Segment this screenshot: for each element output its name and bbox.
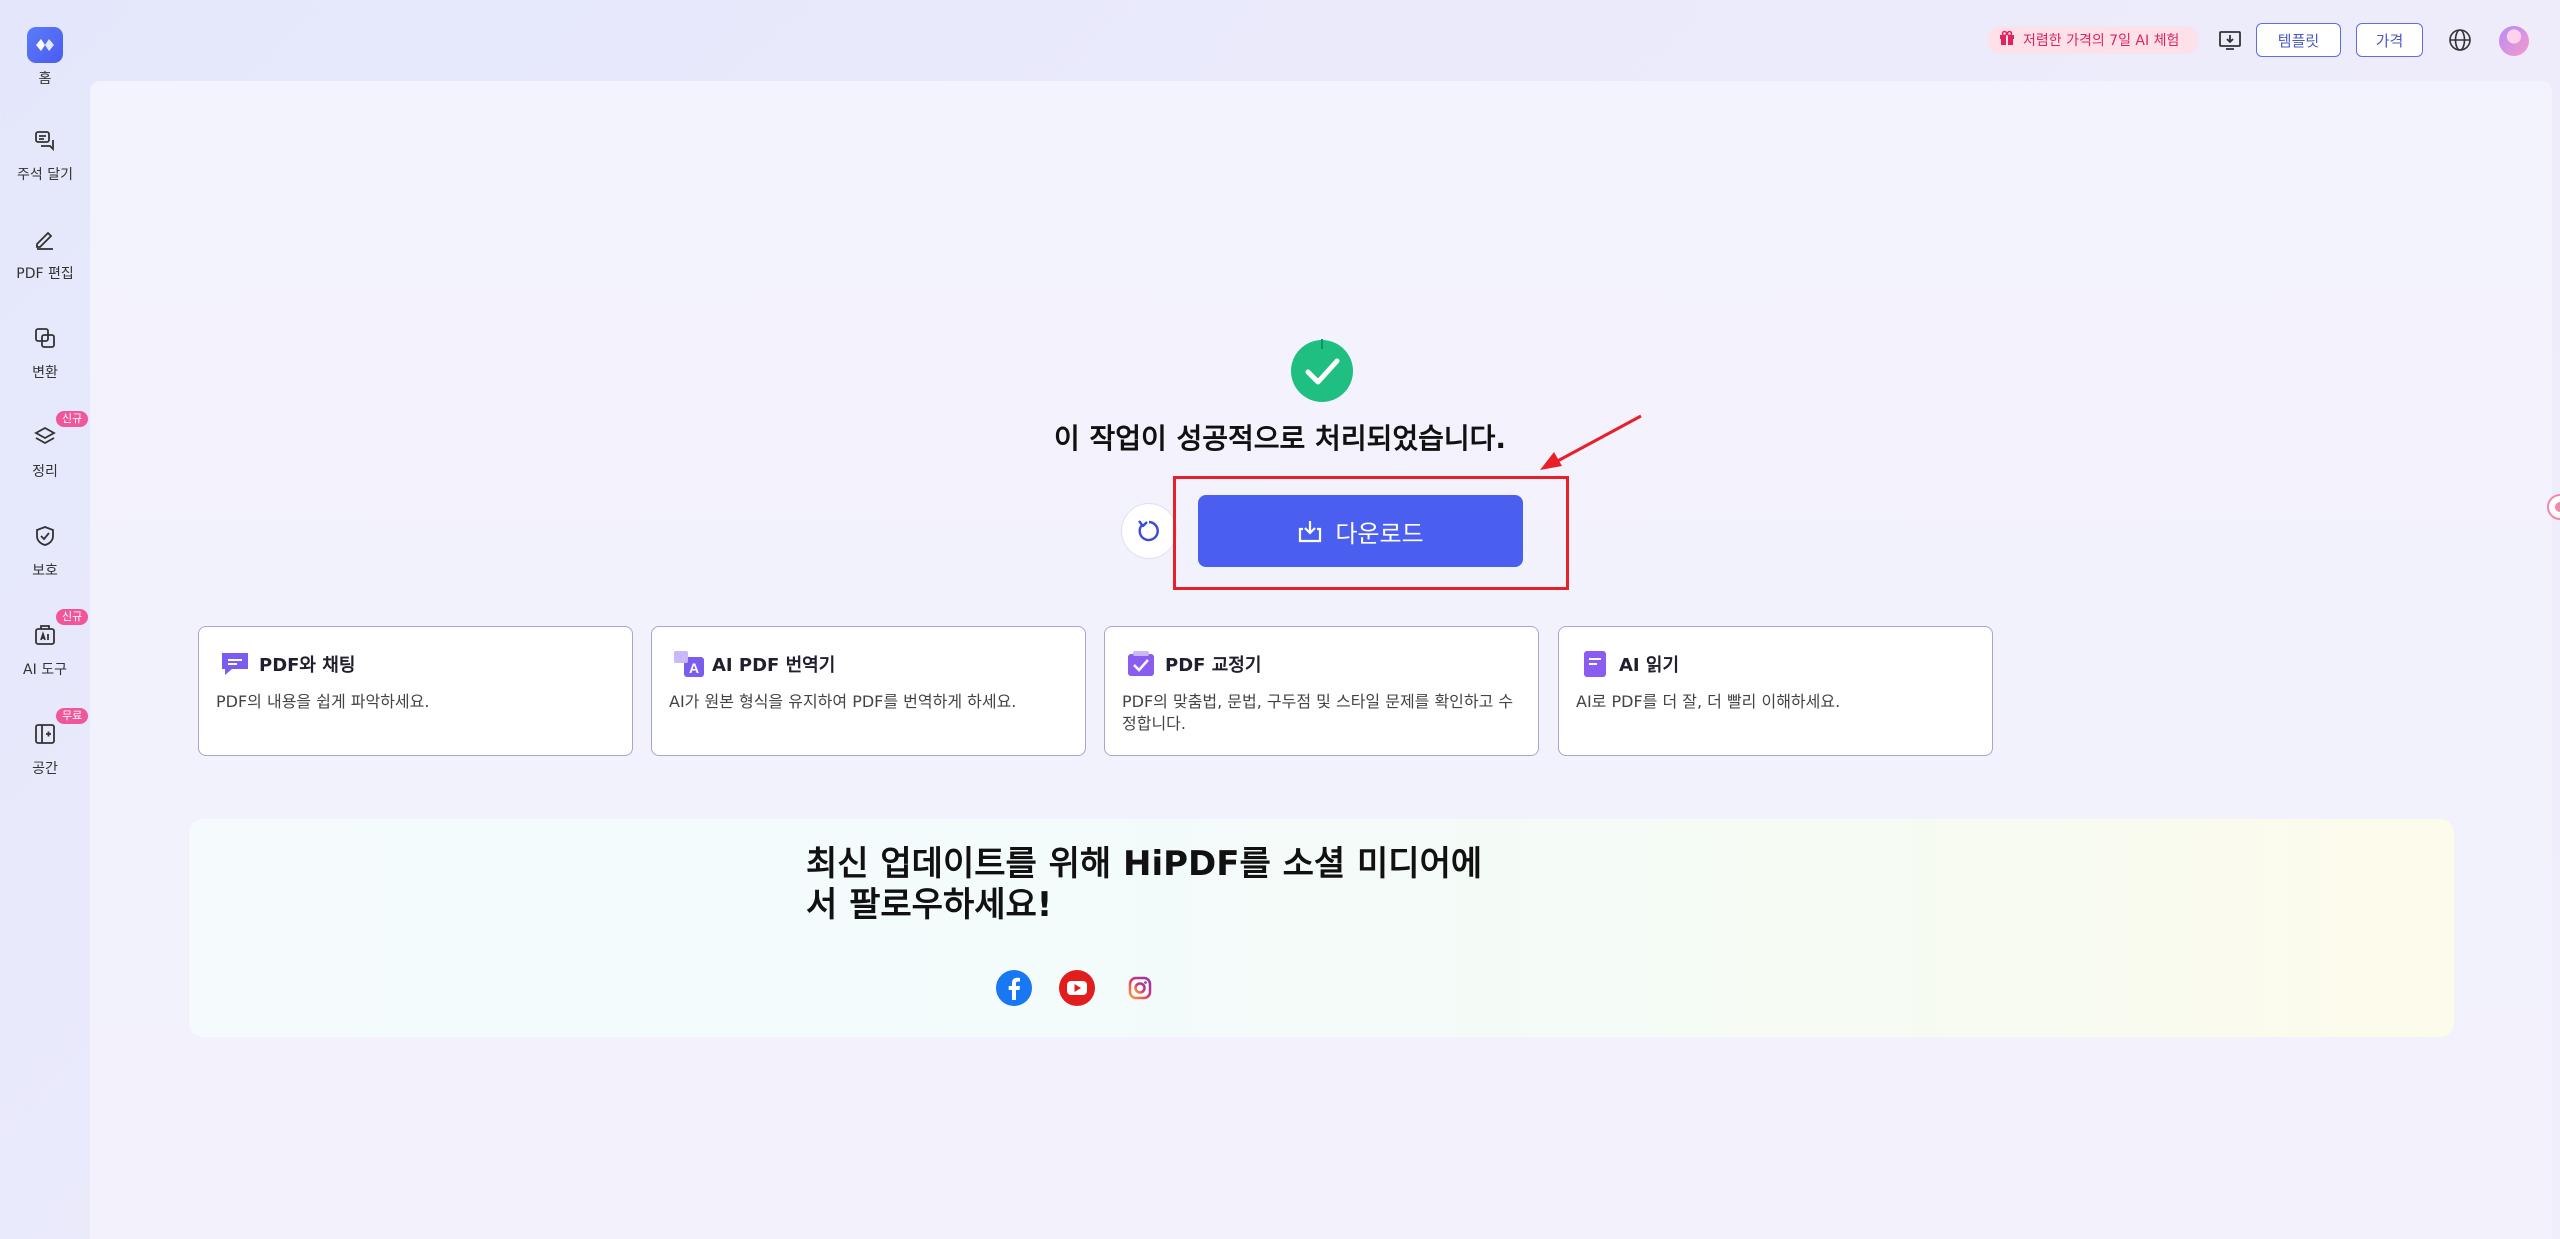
home-label[interactable]: 홈 — [0, 68, 90, 88]
sidebar-item-space[interactable]: 무료 공간 — [0, 708, 90, 800]
facebook-icon[interactable] — [995, 969, 1033, 1007]
edit-pen-icon — [31, 225, 59, 253]
card-desc: AI가 원본 형식을 유지하여 PDF를 번역하게 하세요. — [669, 692, 1017, 711]
download-tray-icon — [1297, 518, 1323, 544]
sidebar-item-convert[interactable]: 변환 — [0, 324, 90, 404]
card-title: AI 읽기 — [1619, 655, 1680, 676]
sidebar-item-label: 주석 달기 — [17, 167, 73, 183]
card-desc: PDF의 내용을 쉽게 파악하세요. — [216, 692, 430, 711]
social-title: 최신 업데이트를 위해 HiPDF를 소셜 미디어에서 팔로우하세요! — [806, 844, 1483, 925]
card-desc: PDF의 맞춤법, 문법, 구두점 및 스타일 문제를 확인하고 수정합니다. — [1122, 692, 1514, 733]
promo-text: 저렴한 가격의 7일 AI 체험 — [2023, 33, 2180, 49]
card-title: AI PDF 번역기 — [712, 655, 836, 676]
logo-icon — [36, 39, 54, 51]
sidebar: 홈 주석 달기 PDF 편집 변환 신규 정리 보호 신규 AI 도구 무료 공… — [0, 0, 90, 1239]
ai-trial-promo[interactable]: 저렴한 가격의 7일 AI 체험 — [1987, 26, 2199, 54]
sidebar-item-label: 변환 — [32, 365, 58, 381]
sidebar-item-edit[interactable]: PDF 편집 — [0, 225, 90, 305]
sidebar-item-ai-tools[interactable]: 신규 AI 도구 — [0, 609, 90, 701]
desktop-download-icon[interactable] — [2216, 26, 2244, 54]
success-check-icon — [1290, 339, 1354, 403]
sidebar-item-label: PDF 편집 — [16, 266, 74, 282]
ai-read-icon — [1579, 649, 1611, 679]
card-chat-pdf[interactable]: PDF와 채팅 PDF의 내용을 쉽게 파악하세요. — [198, 626, 633, 756]
hipdf-logo[interactable] — [27, 27, 63, 63]
new-badge: 신규 — [56, 609, 89, 625]
user-avatar[interactable] — [2499, 26, 2529, 56]
sidebar-item-label: 정리 — [32, 464, 58, 480]
gift-icon — [1999, 30, 2015, 50]
template-button[interactable]: 템플릿 — [2256, 23, 2341, 57]
card-ai-translator[interactable]: A AI PDF 번역기 AI가 원본 형식을 유지하여 PDF를 번역하게 하… — [651, 626, 1086, 756]
card-title: PDF와 채팅 — [259, 655, 356, 676]
download-button[interactable]: 다운로드 — [1198, 495, 1523, 567]
download-label: 다운로드 — [1335, 520, 1424, 548]
price-button[interactable]: 가격 — [2356, 23, 2423, 57]
card-desc: AI로 PDF를 더 잘, 더 빨리 이해하세요. — [1576, 692, 1841, 711]
retry-button[interactable] — [1121, 503, 1177, 559]
ai-tools-icon — [31, 621, 59, 649]
youtube-icon[interactable] — [1058, 969, 1096, 1007]
svg-text:A: A — [689, 660, 699, 676]
instagram-icon[interactable] — [1121, 969, 1159, 1007]
annotation-arrow-icon — [1540, 414, 1642, 470]
free-badge: 무료 — [56, 708, 89, 724]
chat-pdf-icon — [219, 649, 251, 679]
sidebar-item-protect[interactable]: 보호 — [0, 522, 90, 602]
shield-check-icon — [31, 522, 59, 550]
sidebar-item-label: 공간 — [32, 761, 58, 777]
language-globe-icon[interactable] — [2446, 26, 2474, 54]
card-proofreader[interactable]: PDF 교정기 PDF의 맞춤법, 문법, 구두점 및 스타일 문제를 확인하고… — [1104, 626, 1539, 756]
card-ai-read[interactable]: AI 읽기 AI로 PDF를 더 잘, 더 빨리 이해하세요. — [1558, 626, 1993, 756]
floating-assistant-icon[interactable] — [2545, 492, 2560, 522]
proofread-icon — [1125, 649, 1157, 679]
sidebar-item-annotate[interactable]: 주석 달기 — [0, 126, 90, 206]
annotate-icon — [31, 126, 59, 154]
space-icon — [31, 720, 59, 748]
card-title: PDF 교정기 — [1165, 655, 1262, 676]
success-message: 이 작업이 성공적으로 처리되었습니다. — [1053, 422, 1507, 455]
refresh-icon — [1138, 520, 1159, 542]
sidebar-item-label: AI 도구 — [23, 662, 67, 678]
translate-icon: A — [672, 649, 704, 679]
convert-icon — [31, 324, 59, 352]
sidebar-item-label: 보호 — [32, 563, 58, 579]
